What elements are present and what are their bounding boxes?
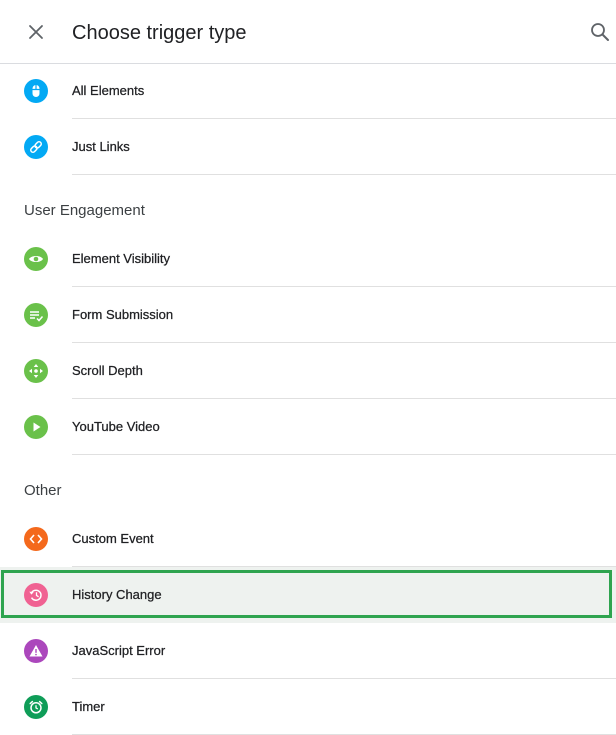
trigger-item-scroll-depth[interactable]: Scroll Depth <box>0 343 616 399</box>
trigger-item-form-submission[interactable]: Form Submission <box>0 287 616 343</box>
form-check-icon <box>24 303 48 327</box>
warning-icon <box>24 639 48 663</box>
trigger-item-label: Timer <box>72 699 105 714</box>
close-icon <box>29 25 43 39</box>
trigger-item-just-links[interactable]: Just Links <box>0 119 616 175</box>
scroll-arrows-icon <box>24 359 48 383</box>
trigger-item-label: YouTube Video <box>72 419 160 434</box>
trigger-item-label: History Change <box>72 587 162 602</box>
page-title: Choose trigger type <box>72 22 247 44</box>
eye-icon <box>24 247 48 271</box>
section-title: Other <box>24 482 62 499</box>
mouse-icon <box>24 79 48 103</box>
trigger-item-youtube-video[interactable]: YouTube Video <box>0 399 616 455</box>
trigger-item-all-elements[interactable]: All Elements <box>0 63 616 119</box>
trigger-item-label: Form Submission <box>72 307 174 322</box>
trigger-item-history-change[interactable]: History Change <box>0 567 616 623</box>
section-header-user-engagement: User Engagement <box>0 175 616 231</box>
history-icon <box>24 583 48 607</box>
section-header-other: Other <box>0 455 616 511</box>
trigger-item-label: JavaScript Error <box>72 643 166 658</box>
trigger-type-panel: Choose trigger type All Elements Just Li… <box>0 0 616 735</box>
trigger-item-timer[interactable]: Timer <box>0 679 616 735</box>
trigger-type-list: All Elements Just Links User Engagement <box>0 63 616 735</box>
play-icon <box>24 415 48 439</box>
section-title: User Engagement <box>24 202 145 219</box>
trigger-item-custom-event[interactable]: Custom Event <box>0 511 616 567</box>
link-icon <box>24 135 48 159</box>
trigger-item-label: Scroll Depth <box>72 363 143 378</box>
panel-header: Choose trigger type <box>0 0 616 64</box>
trigger-item-label: Just Links <box>72 139 130 154</box>
close-button[interactable] <box>20 16 52 48</box>
search-icon <box>591 23 609 41</box>
search-button[interactable] <box>588 16 616 48</box>
trigger-item-label: Custom Event <box>72 531 154 546</box>
code-brackets-icon <box>24 527 48 551</box>
alarm-clock-icon <box>24 695 48 719</box>
trigger-item-label: All Elements <box>72 83 145 98</box>
trigger-item-element-visibility[interactable]: Element Visibility <box>0 231 616 287</box>
trigger-item-label: Element Visibility <box>72 251 171 266</box>
trigger-item-javascript-error[interactable]: JavaScript Error <box>0 623 616 679</box>
